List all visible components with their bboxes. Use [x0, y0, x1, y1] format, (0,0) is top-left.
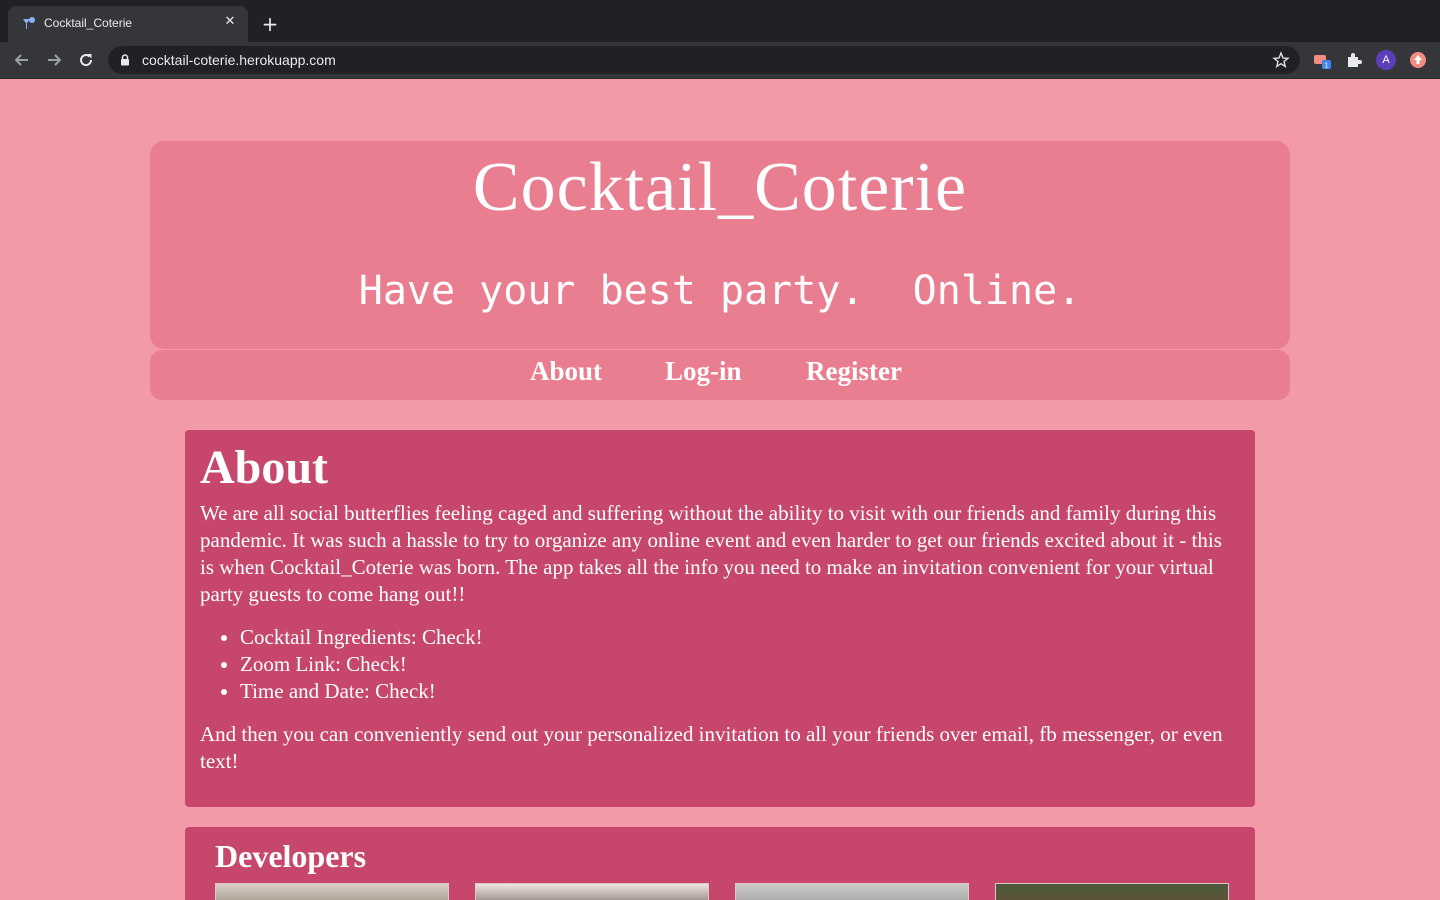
url-text: cocktail-coterie.herokuapp.com	[142, 52, 336, 68]
cocktail-favicon-icon	[23, 17, 35, 29]
profile-avatar[interactable]: A	[1376, 50, 1396, 70]
about-intro-text: We are all social butterflies feeling ca…	[200, 501, 1222, 606]
tab-close-icon[interactable]: ✕	[222, 14, 238, 30]
browser-toolbar: cocktail-coterie.herokuapp.com 1	[0, 42, 1440, 79]
new-tab-button[interactable]: +	[260, 14, 280, 34]
developer-photo	[735, 883, 969, 900]
site-title: Cocktail_Coterie	[472, 149, 968, 226]
developer-photo	[215, 883, 449, 900]
developer-photo	[475, 883, 709, 900]
forward-arrow-icon[interactable]	[44, 50, 64, 70]
nav-link-about[interactable]: About	[530, 356, 602, 387]
back-arrow-icon[interactable]	[12, 50, 32, 70]
about-outro-text: And then you can conveniently send out y…	[200, 722, 1223, 773]
update-icon[interactable]	[1408, 50, 1428, 70]
reload-icon[interactable]	[76, 50, 96, 70]
browser-tab-bar: Cocktail_Coterie ✕ +	[0, 0, 1440, 42]
lock-icon	[121, 54, 129, 66]
browser-tab[interactable]: Cocktail_Coterie ✕	[8, 6, 248, 42]
address-bar[interactable]: cocktail-coterie.herokuapp.com	[108, 46, 1300, 74]
puzzle-extensions-icon[interactable]	[1344, 50, 1364, 70]
nav-link-login[interactable]: Log-in	[665, 356, 742, 387]
about-heading: About	[200, 441, 329, 494]
developer-photo	[995, 883, 1229, 900]
about-feature-list: Cocktail Ingredients: Check! Zoom Link: …	[240, 624, 483, 705]
list-item: Cocktail Ingredients: Check!	[240, 624, 483, 651]
bookmark-star-icon[interactable]	[1272, 51, 1290, 69]
tab-title: Cocktail_Coterie	[44, 16, 133, 30]
list-item: Zoom Link: Check!	[240, 651, 483, 678]
svg-text:1: 1	[1325, 63, 1329, 70]
list-item: Time and Date: Check!	[240, 678, 483, 705]
developers-heading: Developers	[215, 838, 367, 874]
nav-link-register[interactable]: Register	[806, 356, 902, 387]
extension-badge-icon[interactable]: 1	[1312, 50, 1332, 70]
site-tagline: Have your best party. Online.	[358, 268, 1082, 314]
